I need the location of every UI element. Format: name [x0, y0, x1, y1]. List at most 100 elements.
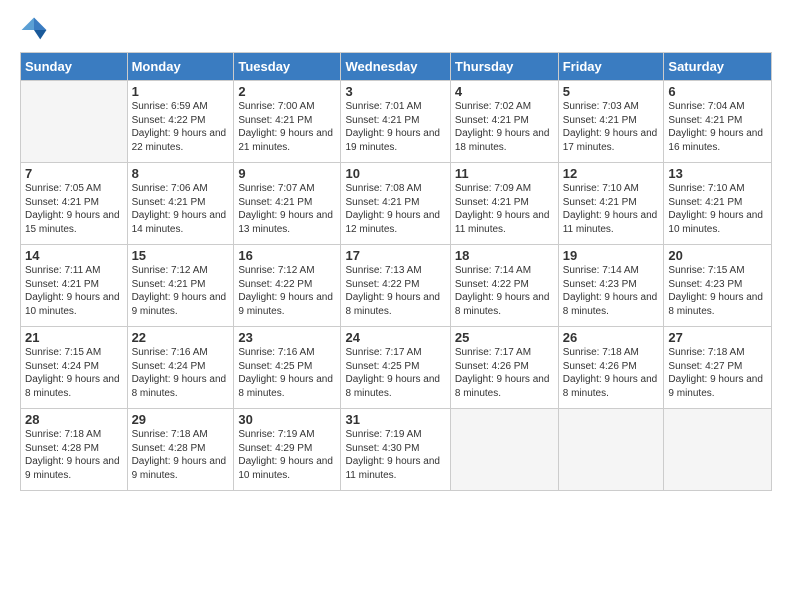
day-info: Sunrise: 7:00 AM Sunset: 4:21 PM Dayligh… [238, 100, 336, 154]
day-info: Sunrise: 7:18 AM Sunset: 4:27 PM Dayligh… [668, 346, 767, 400]
calendar-cell: 2Sunrise: 7:00 AM Sunset: 4:21 PM Daylig… [234, 81, 341, 163]
calendar-cell: 10Sunrise: 7:08 AM Sunset: 4:21 PM Dayli… [341, 163, 450, 245]
header [20, 16, 772, 44]
day-info: Sunrise: 7:15 AM Sunset: 4:24 PM Dayligh… [25, 346, 123, 400]
day-info: Sunrise: 7:17 AM Sunset: 4:25 PM Dayligh… [345, 346, 445, 400]
day-number: 8 [132, 166, 230, 181]
calendar-cell: 7Sunrise: 7:05 AM Sunset: 4:21 PM Daylig… [21, 163, 128, 245]
calendar-cell: 25Sunrise: 7:17 AM Sunset: 4:26 PM Dayli… [450, 327, 558, 409]
day-info: Sunrise: 7:19 AM Sunset: 4:29 PM Dayligh… [238, 428, 336, 482]
calendar-header-tuesday: Tuesday [234, 53, 341, 81]
week-row-0: 1Sunrise: 6:59 AM Sunset: 4:22 PM Daylig… [21, 81, 772, 163]
calendar-header-sunday: Sunday [21, 53, 128, 81]
calendar-cell [664, 409, 772, 491]
day-info: Sunrise: 7:12 AM Sunset: 4:21 PM Dayligh… [132, 264, 230, 318]
calendar-header-saturday: Saturday [664, 53, 772, 81]
calendar-cell: 16Sunrise: 7:12 AM Sunset: 4:22 PM Dayli… [234, 245, 341, 327]
day-number: 23 [238, 330, 336, 345]
day-info: Sunrise: 7:14 AM Sunset: 4:22 PM Dayligh… [455, 264, 554, 318]
week-row-1: 7Sunrise: 7:05 AM Sunset: 4:21 PM Daylig… [21, 163, 772, 245]
day-number: 15 [132, 248, 230, 263]
calendar-cell: 30Sunrise: 7:19 AM Sunset: 4:29 PM Dayli… [234, 409, 341, 491]
day-info: Sunrise: 7:18 AM Sunset: 4:26 PM Dayligh… [563, 346, 660, 400]
calendar-cell: 21Sunrise: 7:15 AM Sunset: 4:24 PM Dayli… [21, 327, 128, 409]
day-info: Sunrise: 7:10 AM Sunset: 4:21 PM Dayligh… [668, 182, 767, 236]
calendar-cell [558, 409, 664, 491]
day-number: 11 [455, 166, 554, 181]
calendar-cell: 23Sunrise: 7:16 AM Sunset: 4:25 PM Dayli… [234, 327, 341, 409]
day-number: 12 [563, 166, 660, 181]
calendar-header-row: SundayMondayTuesdayWednesdayThursdayFrid… [21, 53, 772, 81]
day-number: 6 [668, 84, 767, 99]
day-number: 2 [238, 84, 336, 99]
page: SundayMondayTuesdayWednesdayThursdayFrid… [0, 0, 792, 612]
day-info: Sunrise: 7:16 AM Sunset: 4:25 PM Dayligh… [238, 346, 336, 400]
calendar-cell: 4Sunrise: 7:02 AM Sunset: 4:21 PM Daylig… [450, 81, 558, 163]
day-number: 1 [132, 84, 230, 99]
calendar-cell: 18Sunrise: 7:14 AM Sunset: 4:22 PM Dayli… [450, 245, 558, 327]
calendar-cell: 29Sunrise: 7:18 AM Sunset: 4:28 PM Dayli… [127, 409, 234, 491]
day-info: Sunrise: 7:06 AM Sunset: 4:21 PM Dayligh… [132, 182, 230, 236]
day-info: Sunrise: 7:04 AM Sunset: 4:21 PM Dayligh… [668, 100, 767, 154]
logo-icon [20, 16, 48, 44]
day-number: 4 [455, 84, 554, 99]
day-info: Sunrise: 7:07 AM Sunset: 4:21 PM Dayligh… [238, 182, 336, 236]
week-row-3: 21Sunrise: 7:15 AM Sunset: 4:24 PM Dayli… [21, 327, 772, 409]
calendar-cell: 3Sunrise: 7:01 AM Sunset: 4:21 PM Daylig… [341, 81, 450, 163]
calendar-cell: 24Sunrise: 7:17 AM Sunset: 4:25 PM Dayli… [341, 327, 450, 409]
calendar-table: SundayMondayTuesdayWednesdayThursdayFrid… [20, 52, 772, 491]
logo [20, 16, 52, 44]
calendar-header-wednesday: Wednesday [341, 53, 450, 81]
calendar-cell [450, 409, 558, 491]
day-info: Sunrise: 6:59 AM Sunset: 4:22 PM Dayligh… [132, 100, 230, 154]
day-info: Sunrise: 7:01 AM Sunset: 4:21 PM Dayligh… [345, 100, 445, 154]
calendar-cell: 11Sunrise: 7:09 AM Sunset: 4:21 PM Dayli… [450, 163, 558, 245]
day-info: Sunrise: 7:16 AM Sunset: 4:24 PM Dayligh… [132, 346, 230, 400]
day-info: Sunrise: 7:18 AM Sunset: 4:28 PM Dayligh… [25, 428, 123, 482]
day-number: 19 [563, 248, 660, 263]
day-info: Sunrise: 7:02 AM Sunset: 4:21 PM Dayligh… [455, 100, 554, 154]
day-info: Sunrise: 7:15 AM Sunset: 4:23 PM Dayligh… [668, 264, 767, 318]
day-number: 29 [132, 412, 230, 427]
day-number: 31 [345, 412, 445, 427]
calendar-cell: 22Sunrise: 7:16 AM Sunset: 4:24 PM Dayli… [127, 327, 234, 409]
day-info: Sunrise: 7:03 AM Sunset: 4:21 PM Dayligh… [563, 100, 660, 154]
day-info: Sunrise: 7:13 AM Sunset: 4:22 PM Dayligh… [345, 264, 445, 318]
calendar-cell: 14Sunrise: 7:11 AM Sunset: 4:21 PM Dayli… [21, 245, 128, 327]
day-number: 24 [345, 330, 445, 345]
day-number: 9 [238, 166, 336, 181]
week-row-4: 28Sunrise: 7:18 AM Sunset: 4:28 PM Dayli… [21, 409, 772, 491]
calendar-header-thursday: Thursday [450, 53, 558, 81]
day-number: 30 [238, 412, 336, 427]
calendar-header-friday: Friday [558, 53, 664, 81]
calendar-cell: 26Sunrise: 7:18 AM Sunset: 4:26 PM Dayli… [558, 327, 664, 409]
day-number: 26 [563, 330, 660, 345]
day-info: Sunrise: 7:14 AM Sunset: 4:23 PM Dayligh… [563, 264, 660, 318]
calendar-cell: 12Sunrise: 7:10 AM Sunset: 4:21 PM Dayli… [558, 163, 664, 245]
calendar-cell: 1Sunrise: 6:59 AM Sunset: 4:22 PM Daylig… [127, 81, 234, 163]
day-number: 17 [345, 248, 445, 263]
calendar-cell: 5Sunrise: 7:03 AM Sunset: 4:21 PM Daylig… [558, 81, 664, 163]
day-number: 7 [25, 166, 123, 181]
calendar-cell [21, 81, 128, 163]
day-number: 18 [455, 248, 554, 263]
calendar-cell: 20Sunrise: 7:15 AM Sunset: 4:23 PM Dayli… [664, 245, 772, 327]
day-number: 14 [25, 248, 123, 263]
day-number: 20 [668, 248, 767, 263]
day-info: Sunrise: 7:10 AM Sunset: 4:21 PM Dayligh… [563, 182, 660, 236]
calendar-cell: 8Sunrise: 7:06 AM Sunset: 4:21 PM Daylig… [127, 163, 234, 245]
day-number: 5 [563, 84, 660, 99]
calendar-header-monday: Monday [127, 53, 234, 81]
day-info: Sunrise: 7:09 AM Sunset: 4:21 PM Dayligh… [455, 182, 554, 236]
calendar-cell: 28Sunrise: 7:18 AM Sunset: 4:28 PM Dayli… [21, 409, 128, 491]
calendar-cell: 17Sunrise: 7:13 AM Sunset: 4:22 PM Dayli… [341, 245, 450, 327]
day-number: 27 [668, 330, 767, 345]
day-info: Sunrise: 7:17 AM Sunset: 4:26 PM Dayligh… [455, 346, 554, 400]
day-number: 21 [25, 330, 123, 345]
calendar-cell: 15Sunrise: 7:12 AM Sunset: 4:21 PM Dayli… [127, 245, 234, 327]
day-number: 13 [668, 166, 767, 181]
calendar-cell: 19Sunrise: 7:14 AM Sunset: 4:23 PM Dayli… [558, 245, 664, 327]
calendar-cell: 13Sunrise: 7:10 AM Sunset: 4:21 PM Dayli… [664, 163, 772, 245]
day-info: Sunrise: 7:19 AM Sunset: 4:30 PM Dayligh… [345, 428, 445, 482]
calendar-cell: 6Sunrise: 7:04 AM Sunset: 4:21 PM Daylig… [664, 81, 772, 163]
